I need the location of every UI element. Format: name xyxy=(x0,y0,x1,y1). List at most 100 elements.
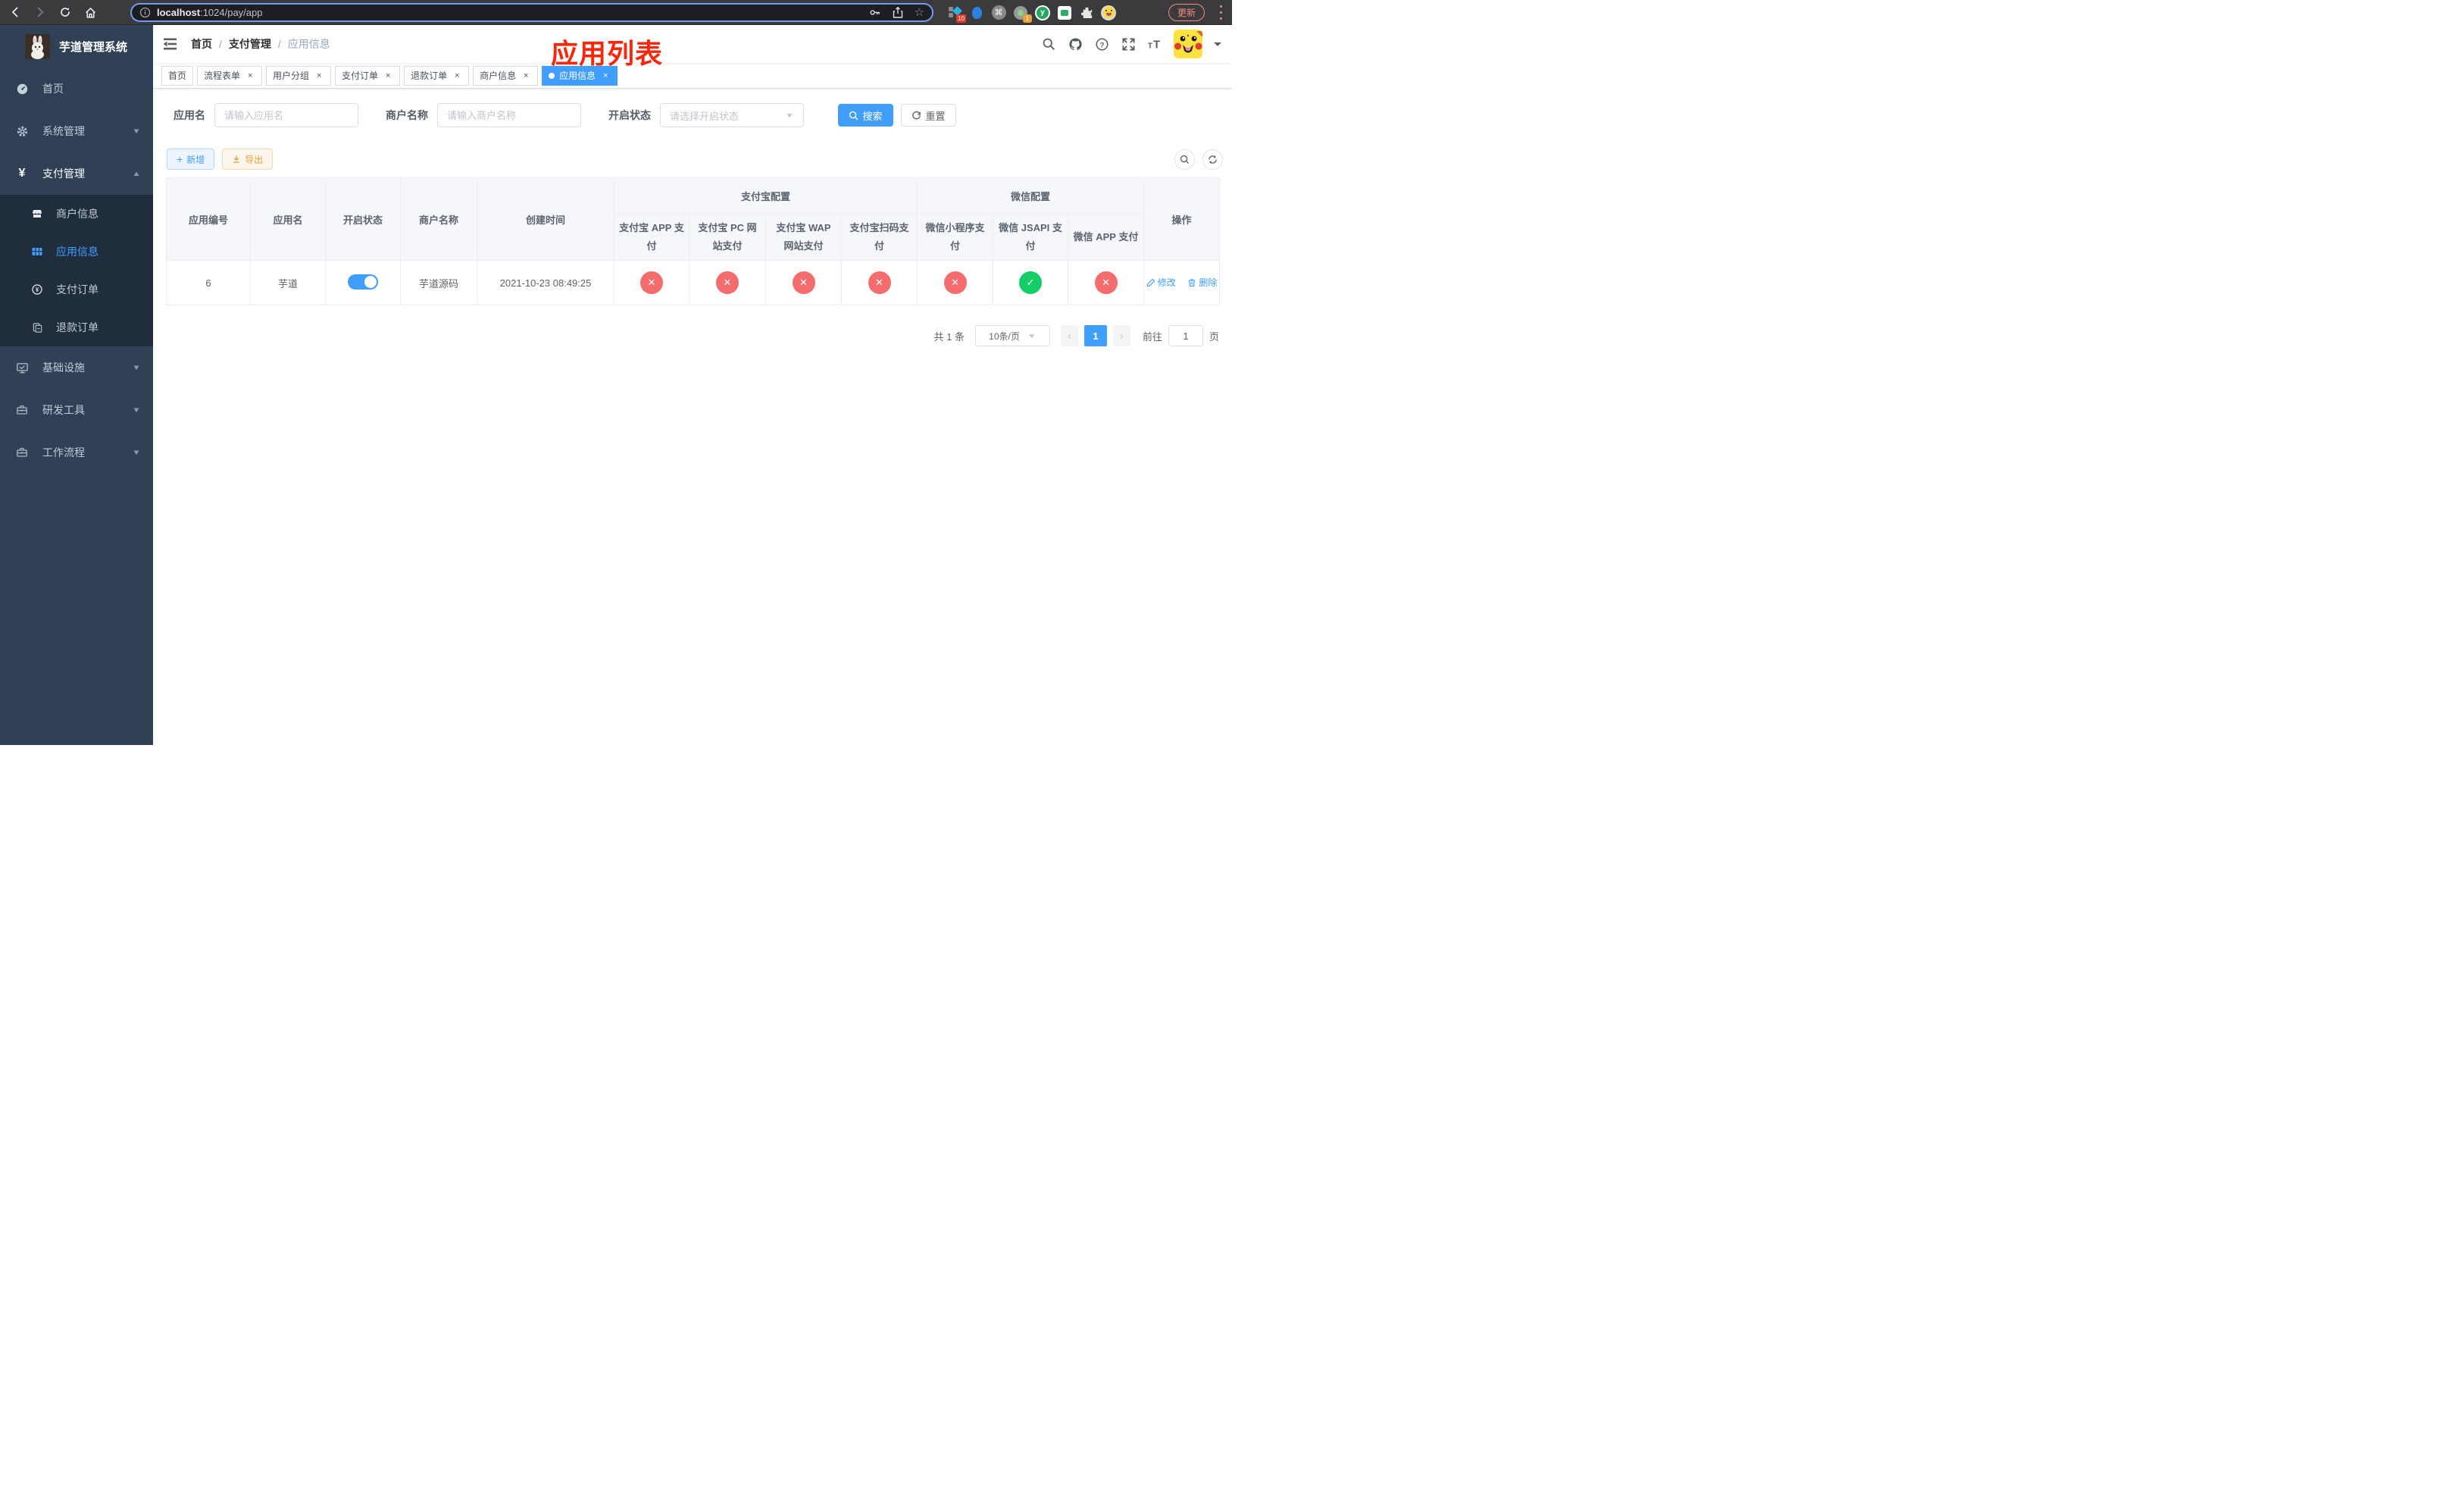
tag-merchant-info[interactable]: 商户信息 xyxy=(473,65,539,86)
sidebar-item-label: 支付订单 xyxy=(56,283,98,296)
sidebar-toggle-button[interactable] xyxy=(153,25,186,63)
merchant-name-input[interactable] xyxy=(437,103,581,127)
sidebar-item-infrastructure[interactable]: 基础设施 ▼ xyxy=(0,346,153,389)
group-header-wechat: 微信配置 xyxy=(917,177,1145,214)
tag-close-icon[interactable] xyxy=(245,70,255,81)
extension-chat-icon[interactable] xyxy=(1057,5,1072,20)
enable-toggle[interactable] xyxy=(348,274,378,290)
add-button[interactable]: 新增 xyxy=(167,149,215,170)
extension-balloon-icon[interactable] xyxy=(969,5,984,20)
prev-page-button[interactable]: ‹ xyxy=(1060,325,1078,346)
chevron-down-icon: ▼ xyxy=(132,127,141,136)
grid-icon xyxy=(30,246,44,258)
tag-close-icon[interactable] xyxy=(314,70,324,81)
extensions-puzzle-icon[interactable] xyxy=(1079,5,1094,20)
tag-refund-order[interactable]: 退款订单 xyxy=(404,65,470,86)
toggle-search-button[interactable] xyxy=(1174,149,1195,170)
breadcrumb: 首页 / 支付管理 / 应用信息 xyxy=(191,36,330,52)
avatar-caret-icon[interactable] xyxy=(1214,42,1221,50)
bookmark-star-icon[interactable]: ☆ xyxy=(915,7,924,18)
refresh-icon xyxy=(1209,155,1217,164)
tag-process-form[interactable]: 流程表单 xyxy=(197,65,263,86)
page-number-button[interactable]: 1 xyxy=(1083,325,1107,346)
table-row: 6 芋道 芋道源码 2021-10-23 08:49:25 ✕ ✕ ✕ ✕ ✕ … xyxy=(166,260,1221,305)
delete-link[interactable]: 删除 xyxy=(1187,276,1217,289)
profile-emoji-icon[interactable] xyxy=(1101,5,1116,20)
sidebar-item-system[interactable]: 系统管理 ▼ xyxy=(0,110,153,152)
browser-home-button[interactable] xyxy=(80,2,100,22)
sidebar-item-merchant-info[interactable]: 商户信息 xyxy=(0,195,153,233)
col-header-actions: 操作 xyxy=(1143,177,1221,261)
col-header-created: 创建时间 xyxy=(477,177,614,261)
enable-status-select[interactable]: 请选择开启状态 ▼ xyxy=(660,103,804,127)
tag-label: 退款订单 xyxy=(411,70,448,81)
extension-grid-icon[interactable]: 10 xyxy=(947,5,966,23)
app-name-input[interactable] xyxy=(214,103,358,127)
extension-recorder-icon[interactable]: 1 xyxy=(1013,5,1032,23)
font-size-icon[interactable]: TT xyxy=(1147,36,1162,52)
extension-y-icon[interactable]: y xyxy=(1035,5,1050,20)
tag-label: 支付订单 xyxy=(342,70,379,81)
tag-close-icon[interactable] xyxy=(383,70,393,81)
pay-order-icon: ¥ xyxy=(30,283,44,296)
cell-app-name: 芋道 xyxy=(250,260,326,305)
password-key-icon[interactable] xyxy=(868,6,881,19)
tag-user-group[interactable]: 用户分组 xyxy=(266,65,332,86)
export-button[interactable]: 导出 xyxy=(222,149,274,170)
cell-wechat-jsapi xyxy=(993,260,1069,305)
sidebar-item-workflow[interactable]: 工作流程 ▼ xyxy=(0,431,153,474)
select-placeholder: 请选择开启状态 xyxy=(670,110,740,122)
search-button[interactable]: 搜索 xyxy=(838,104,893,127)
breadcrumb-home[interactable]: 首页 xyxy=(191,36,212,52)
search-icon xyxy=(849,111,858,120)
next-page-button[interactable]: › xyxy=(1112,325,1130,346)
refresh-table-button[interactable] xyxy=(1202,149,1223,170)
download-icon xyxy=(233,155,240,163)
chrome-update-button[interactable]: 更新 xyxy=(1168,4,1205,21)
edit-link[interactable]: 修改 xyxy=(1146,276,1176,289)
chevron-down-icon: ▼ xyxy=(1027,332,1037,340)
group-header-alipay: 支付宝配置 xyxy=(613,177,918,214)
table-toolbar: 新增 导出 xyxy=(167,149,1223,170)
tag-close-icon[interactable] xyxy=(600,70,611,81)
fullscreen-icon[interactable] xyxy=(1121,36,1136,52)
tag-home[interactable]: 首页 xyxy=(161,65,194,86)
navbar: 首页 / 支付管理 / 应用信息 应用列表 ? T T xyxy=(153,25,1232,69)
cell-actions: 修改 删除 xyxy=(1143,260,1221,305)
goto-page-input[interactable] xyxy=(1168,325,1203,346)
sidebar-item-dev-tools[interactable]: 研发工具 ▼ xyxy=(0,389,153,431)
browser-forward-button[interactable] xyxy=(30,2,50,22)
browser-back-button[interactable] xyxy=(5,2,25,22)
sidebar-item-refund-orders[interactable]: 退款订单 xyxy=(0,308,153,346)
page-size-select[interactable]: 10条/页 ▼ xyxy=(974,325,1050,346)
merchant-name-input-field[interactable] xyxy=(447,109,571,121)
browser-reload-button[interactable] xyxy=(55,2,75,22)
search-button-label: 搜索 xyxy=(862,110,883,122)
tag-close-icon[interactable] xyxy=(521,70,531,81)
monitor-icon xyxy=(15,362,29,374)
header-search-icon[interactable] xyxy=(1041,36,1056,52)
sidebar-item-app-info[interactable]: 应用信息 xyxy=(0,233,153,271)
github-icon[interactable] xyxy=(1068,36,1083,52)
user-avatar[interactable] xyxy=(1174,30,1202,58)
chevron-down-icon: ▼ xyxy=(132,448,141,457)
site-info-icon[interactable] xyxy=(139,7,151,18)
forward-arrow-icon xyxy=(37,7,44,17)
address-bar[interactable]: localhost:1024/pay/app ☆ xyxy=(130,3,933,22)
sidebar-item-label: 系统管理 xyxy=(42,125,85,137)
extension-badge: 1 xyxy=(1023,14,1032,23)
yen-icon: ¥ xyxy=(18,167,26,180)
share-icon[interactable] xyxy=(892,6,904,19)
app-name-input-field[interactable] xyxy=(224,109,349,121)
tag-pay-order[interactable]: 支付订单 xyxy=(335,65,401,86)
tag-close-icon[interactable] xyxy=(452,70,462,81)
sidebar-item-payment[interactable]: ¥ 支付管理 ▲ xyxy=(0,152,153,195)
cell-alipay-qr xyxy=(840,260,918,305)
help-icon[interactable]: ? xyxy=(1094,36,1109,52)
browser-menu-icon[interactable] xyxy=(1220,5,1223,20)
sidebar-item-pay-orders[interactable]: ¥ 支付订单 xyxy=(0,271,153,308)
reset-button[interactable]: 重置 xyxy=(901,104,956,127)
sidebar-item-home[interactable]: 首页 xyxy=(0,67,153,110)
extension-command-icon[interactable]: ⌘ xyxy=(991,5,1006,20)
breadcrumb-payment[interactable]: 支付管理 xyxy=(229,36,271,52)
